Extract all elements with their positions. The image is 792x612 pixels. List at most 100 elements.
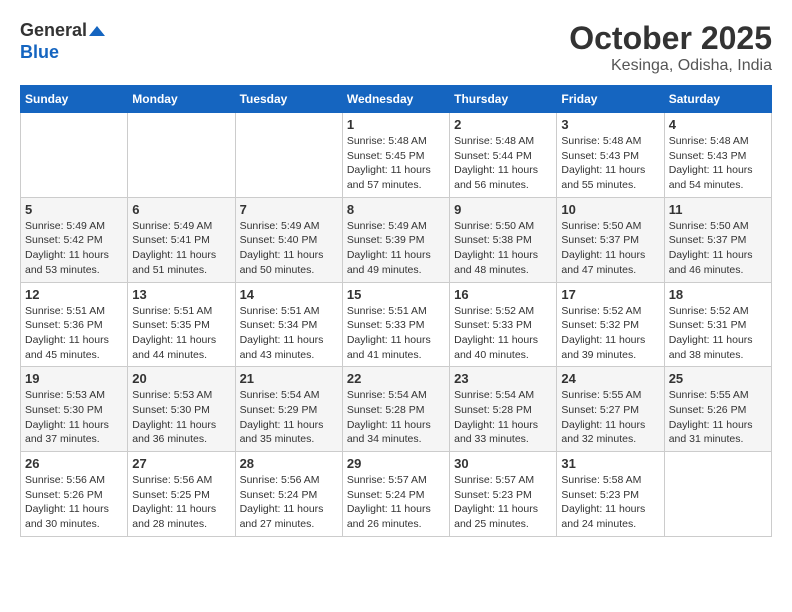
day-number: 12 bbox=[25, 287, 123, 302]
day-info: Sunrise: 5:56 AM Sunset: 5:26 PM Dayligh… bbox=[25, 473, 123, 532]
calendar-cell: 30 Sunrise: 5:57 AM Sunset: 5:23 PM Dayli… bbox=[450, 452, 557, 537]
day-info: Sunrise: 5:55 AM Sunset: 5:27 PM Dayligh… bbox=[561, 388, 659, 447]
calendar-cell: 4 Sunrise: 5:48 AM Sunset: 5:43 PM Daylig… bbox=[664, 113, 771, 198]
weekday-header-sunday: Sunday bbox=[21, 86, 128, 113]
day-info: Sunrise: 5:52 AM Sunset: 5:32 PM Dayligh… bbox=[561, 304, 659, 363]
day-number: 4 bbox=[669, 117, 767, 132]
day-info: Sunrise: 5:48 AM Sunset: 5:43 PM Dayligh… bbox=[561, 134, 659, 193]
day-number: 11 bbox=[669, 202, 767, 217]
logo-text: General Blue bbox=[20, 20, 105, 63]
calendar-cell: 12 Sunrise: 5:51 AM Sunset: 5:36 PM Dayli… bbox=[21, 282, 128, 367]
calendar-cell: 15 Sunrise: 5:51 AM Sunset: 5:33 PM Dayli… bbox=[342, 282, 449, 367]
calendar-table: SundayMondayTuesdayWednesdayThursdayFrid… bbox=[20, 85, 772, 537]
day-number: 29 bbox=[347, 456, 445, 471]
day-info: Sunrise: 5:48 AM Sunset: 5:44 PM Dayligh… bbox=[454, 134, 552, 193]
day-number: 7 bbox=[240, 202, 338, 217]
day-number: 3 bbox=[561, 117, 659, 132]
day-number: 8 bbox=[347, 202, 445, 217]
day-number: 25 bbox=[669, 371, 767, 386]
day-info: Sunrise: 5:49 AM Sunset: 5:42 PM Dayligh… bbox=[25, 219, 123, 278]
day-number: 23 bbox=[454, 371, 552, 386]
day-info: Sunrise: 5:51 AM Sunset: 5:33 PM Dayligh… bbox=[347, 304, 445, 363]
day-number: 22 bbox=[347, 371, 445, 386]
calendar-cell: 13 Sunrise: 5:51 AM Sunset: 5:35 PM Dayli… bbox=[128, 282, 235, 367]
calendar-cell: 6Sunrise: 5:49 AM Sunset: 5:41 PM Daylig… bbox=[128, 197, 235, 282]
day-number: 2 bbox=[454, 117, 552, 132]
day-info: Sunrise: 5:56 AM Sunset: 5:24 PM Dayligh… bbox=[240, 473, 338, 532]
weekday-header-saturday: Saturday bbox=[664, 86, 771, 113]
weekday-header-monday: Monday bbox=[128, 86, 235, 113]
calendar-cell: 8 Sunrise: 5:49 AM Sunset: 5:39 PM Daylig… bbox=[342, 197, 449, 282]
weekday-header-tuesday: Tuesday bbox=[235, 86, 342, 113]
weekday-header-wednesday: Wednesday bbox=[342, 86, 449, 113]
day-info: Sunrise: 5:56 AM Sunset: 5:25 PM Dayligh… bbox=[132, 473, 230, 532]
calendar-cell: 10 Sunrise: 5:50 AM Sunset: 5:37 PM Dayli… bbox=[557, 197, 664, 282]
day-info: Sunrise: 5:50 AM Sunset: 5:37 PM Dayligh… bbox=[669, 219, 767, 278]
calendar-cell: 16Sunrise: 5:52 AM Sunset: 5:33 PM Dayli… bbox=[450, 282, 557, 367]
day-number: 27 bbox=[132, 456, 230, 471]
day-number: 26 bbox=[25, 456, 123, 471]
calendar-cell: 2 Sunrise: 5:48 AM Sunset: 5:44 PM Daylig… bbox=[450, 113, 557, 198]
page-subtitle: Kesinga, Odisha, India bbox=[569, 57, 772, 75]
day-number: 15 bbox=[347, 287, 445, 302]
calendar-cell: 27 Sunrise: 5:56 AM Sunset: 5:25 PM Dayli… bbox=[128, 452, 235, 537]
day-info: Sunrise: 5:50 AM Sunset: 5:38 PM Dayligh… bbox=[454, 219, 552, 278]
day-number: 24 bbox=[561, 371, 659, 386]
day-info: Sunrise: 5:57 AM Sunset: 5:24 PM Dayligh… bbox=[347, 473, 445, 532]
day-number: 20 bbox=[132, 371, 230, 386]
calendar-cell: 19Sunrise: 5:53 AM Sunset: 5:30 PM Dayli… bbox=[21, 367, 128, 452]
calendar-cell: 17 Sunrise: 5:52 AM Sunset: 5:32 PM Dayli… bbox=[557, 282, 664, 367]
page-header: General Blue October 2025 Kesinga, Odish… bbox=[20, 20, 772, 75]
day-number: 9 bbox=[454, 202, 552, 217]
calendar-cell: 11 Sunrise: 5:50 AM Sunset: 5:37 PM Dayli… bbox=[664, 197, 771, 282]
day-info: Sunrise: 5:54 AM Sunset: 5:28 PM Dayligh… bbox=[347, 388, 445, 447]
day-number: 16 bbox=[454, 287, 552, 302]
day-number: 1 bbox=[347, 117, 445, 132]
calendar-week-3: 12 Sunrise: 5:51 AM Sunset: 5:36 PM Dayli… bbox=[21, 282, 772, 367]
calendar-cell: 14Sunrise: 5:51 AM Sunset: 5:34 PM Dayli… bbox=[235, 282, 342, 367]
day-number: 19 bbox=[25, 371, 123, 386]
calendar-cell bbox=[128, 113, 235, 198]
title-block: October 2025 Kesinga, Odisha, India bbox=[569, 20, 772, 75]
calendar-cell: 18 Sunrise: 5:52 AM Sunset: 5:31 PM Dayli… bbox=[664, 282, 771, 367]
calendar-cell bbox=[664, 452, 771, 537]
calendar-week-4: 19Sunrise: 5:53 AM Sunset: 5:30 PM Dayli… bbox=[21, 367, 772, 452]
calendar-cell bbox=[235, 113, 342, 198]
calendar-week-2: 5 Sunrise: 5:49 AM Sunset: 5:42 PM Daylig… bbox=[21, 197, 772, 282]
day-info: Sunrise: 5:57 AM Sunset: 5:23 PM Dayligh… bbox=[454, 473, 552, 532]
day-info: Sunrise: 5:49 AM Sunset: 5:41 PM Dayligh… bbox=[132, 219, 230, 278]
day-info: Sunrise: 5:50 AM Sunset: 5:37 PM Dayligh… bbox=[561, 219, 659, 278]
day-number: 28 bbox=[240, 456, 338, 471]
calendar-cell: 20Sunrise: 5:53 AM Sunset: 5:30 PM Dayli… bbox=[128, 367, 235, 452]
day-number: 5 bbox=[25, 202, 123, 217]
day-info: Sunrise: 5:49 AM Sunset: 5:39 PM Dayligh… bbox=[347, 219, 445, 278]
calendar-cell: 9 Sunrise: 5:50 AM Sunset: 5:38 PM Daylig… bbox=[450, 197, 557, 282]
calendar-week-1: 1 Sunrise: 5:48 AM Sunset: 5:45 PM Daylig… bbox=[21, 113, 772, 198]
page-title: October 2025 bbox=[569, 20, 772, 57]
day-number: 13 bbox=[132, 287, 230, 302]
calendar-cell: 31Sunrise: 5:58 AM Sunset: 5:23 PM Dayli… bbox=[557, 452, 664, 537]
day-info: Sunrise: 5:51 AM Sunset: 5:35 PM Dayligh… bbox=[132, 304, 230, 363]
day-info: Sunrise: 5:54 AM Sunset: 5:28 PM Dayligh… bbox=[454, 388, 552, 447]
day-number: 17 bbox=[561, 287, 659, 302]
day-number: 10 bbox=[561, 202, 659, 217]
weekday-header-thursday: Thursday bbox=[450, 86, 557, 113]
calendar-cell: 26 Sunrise: 5:56 AM Sunset: 5:26 PM Dayli… bbox=[21, 452, 128, 537]
calendar-cell: 21Sunrise: 5:54 AM Sunset: 5:29 PM Dayli… bbox=[235, 367, 342, 452]
day-number: 30 bbox=[454, 456, 552, 471]
day-number: 18 bbox=[669, 287, 767, 302]
day-info: Sunrise: 5:58 AM Sunset: 5:23 PM Dayligh… bbox=[561, 473, 659, 532]
calendar-cell: 1 Sunrise: 5:48 AM Sunset: 5:45 PM Daylig… bbox=[342, 113, 449, 198]
day-info: Sunrise: 5:48 AM Sunset: 5:45 PM Dayligh… bbox=[347, 134, 445, 193]
day-info: Sunrise: 5:52 AM Sunset: 5:31 PM Dayligh… bbox=[669, 304, 767, 363]
calendar-cell: 22 Sunrise: 5:54 AM Sunset: 5:28 PM Dayli… bbox=[342, 367, 449, 452]
day-info: Sunrise: 5:51 AM Sunset: 5:36 PM Dayligh… bbox=[25, 304, 123, 363]
calendar-cell: 29 Sunrise: 5:57 AM Sunset: 5:24 PM Dayli… bbox=[342, 452, 449, 537]
calendar-cell: 5 Sunrise: 5:49 AM Sunset: 5:42 PM Daylig… bbox=[21, 197, 128, 282]
day-info: Sunrise: 5:48 AM Sunset: 5:43 PM Dayligh… bbox=[669, 134, 767, 193]
logo: General Blue bbox=[20, 20, 105, 63]
calendar-cell bbox=[21, 113, 128, 198]
weekday-header-friday: Friday bbox=[557, 86, 664, 113]
day-info: Sunrise: 5:55 AM Sunset: 5:26 PM Dayligh… bbox=[669, 388, 767, 447]
calendar-cell: 25 Sunrise: 5:55 AM Sunset: 5:26 PM Dayli… bbox=[664, 367, 771, 452]
